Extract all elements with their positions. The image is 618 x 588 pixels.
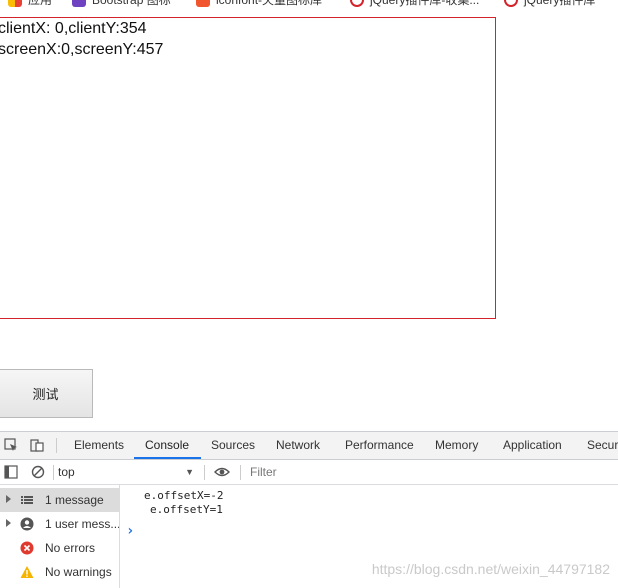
console-log-line: e.offsetY=1 <box>150 503 223 516</box>
inspect-element-icon[interactable] <box>4 438 18 452</box>
jquery-icon <box>350 0 364 7</box>
coordinate-box[interactable] <box>0 17 496 319</box>
watermark: https://blog.csdn.net/weixin_44797182 <box>371 561 610 577</box>
toolbar-divider <box>53 465 54 480</box>
bookmarks-bar: 应用 Bootstrap 图标 iconfont-矢量图标库 jQuery插件库… <box>0 0 618 8</box>
toolbar-divider <box>240 465 241 480</box>
bootstrap-icon <box>72 0 86 7</box>
tab-console[interactable]: Console <box>134 432 202 459</box>
user-icon <box>20 517 34 531</box>
expand-arrow-icon[interactable] <box>6 519 11 527</box>
jquery-icon <box>504 0 518 7</box>
devtools-tab-bar: Elements Console Sources Network Perform… <box>0 432 618 460</box>
tab-network[interactable]: Network <box>276 432 320 459</box>
console-log-line: e.offsetX=-2 <box>144 489 224 502</box>
tab-security[interactable]: Securi <box>587 432 618 459</box>
sidebar-item-user-messages[interactable]: 1 user mess... <box>0 512 119 536</box>
dropdown-arrow-icon: ▼ <box>185 467 194 477</box>
tab-sources[interactable]: Sources <box>211 432 255 459</box>
context-select[interactable]: top ▼ <box>58 463 198 481</box>
toggle-sidebar-icon[interactable] <box>4 465 18 479</box>
bookmark-iconfont[interactable]: iconfont-矢量图标库 <box>196 0 322 8</box>
console-sidebar: 1 message 1 user mess... No errors No wa… <box>0 485 120 588</box>
tab-memory[interactable]: Memory <box>435 432 478 459</box>
sidebar-item-errors[interactable]: No errors <box>0 536 119 560</box>
bookmark-jquery-collect[interactable]: jQuery插件库-收集... <box>350 0 479 8</box>
test-button[interactable]: 测试 <box>0 369 93 418</box>
tab-application[interactable]: Application <box>503 432 562 459</box>
console-toolbar: top ▼ <box>0 460 618 485</box>
console-filter-input[interactable] <box>244 462 618 481</box>
sidebar-item-warnings[interactable]: No warnings <box>0 560 119 584</box>
bookmark-apps[interactable]: 应用 <box>8 0 52 8</box>
error-icon <box>20 541 34 555</box>
clear-console-icon[interactable] <box>31 465 45 479</box>
apps-grid-icon <box>8 0 22 7</box>
tab-elements[interactable]: Elements <box>74 432 124 459</box>
iconfont-icon <box>196 0 210 7</box>
client-coordinates-text: clientX: 0,clientY:354 <box>0 20 147 37</box>
warning-icon <box>20 566 34 578</box>
tab-divider <box>56 438 57 453</box>
expand-arrow-icon[interactable] <box>6 495 11 503</box>
live-expression-eye-icon[interactable] <box>214 465 230 479</box>
bookmark-jquery[interactable]: jQuery插件库 <box>504 0 595 8</box>
screen-coordinates-text: screenX:0,screenY:457 <box>0 41 164 58</box>
tab-performance[interactable]: Performance <box>345 432 414 459</box>
toolbar-divider <box>204 465 205 480</box>
bookmark-bootstrap[interactable]: Bootstrap 图标 <box>72 0 171 8</box>
device-toolbar-icon[interactable] <box>30 438 44 452</box>
sidebar-item-messages[interactable]: 1 message <box>0 488 119 512</box>
list-icon <box>21 496 33 504</box>
console-prompt-icon[interactable]: › <box>126 523 134 539</box>
